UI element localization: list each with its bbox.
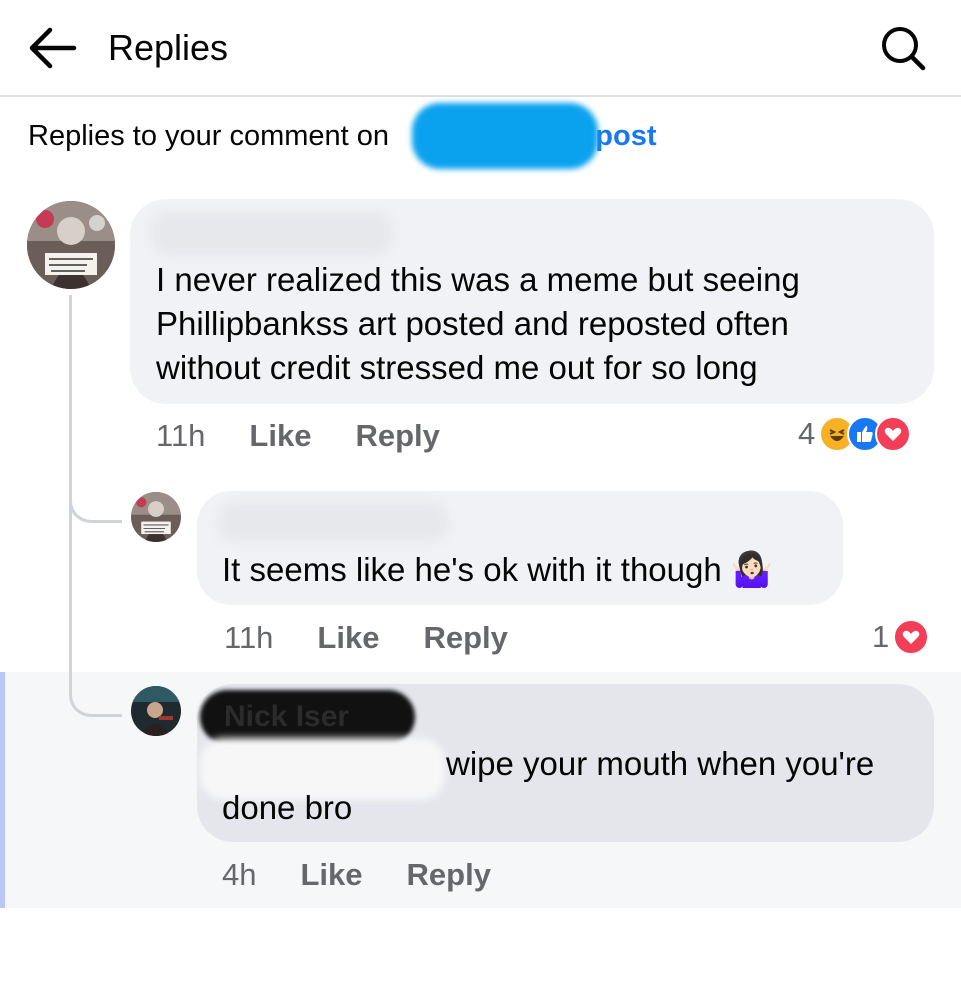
comment-text-line: Phillipbankss art posted and reposted of… bbox=[156, 305, 789, 342]
shrug-emoji: 🤷🏻‍♀️ bbox=[730, 551, 774, 589]
comment-text-line: done bro bbox=[222, 789, 353, 826]
reply-button[interactable]: Reply bbox=[423, 620, 507, 656]
like-button[interactable]: Like bbox=[249, 418, 311, 454]
comment-text: It seems like he's ok with it though 🤷🏻‍… bbox=[222, 548, 773, 592]
comment-text-line: wipe your mouth when you're bbox=[446, 745, 875, 782]
post-link[interactable]: post bbox=[595, 120, 656, 152]
avatar[interactable] bbox=[131, 492, 181, 542]
avatar-image bbox=[131, 492, 181, 542]
context-prefix: Replies to your comment on bbox=[28, 120, 390, 152]
love-icon bbox=[875, 416, 912, 452]
reaction-count: 1 bbox=[872, 619, 890, 654]
avatar-image bbox=[27, 201, 115, 289]
avatar[interactable] bbox=[27, 201, 115, 289]
timestamp: 11h bbox=[156, 418, 206, 453]
page-title: Replies bbox=[108, 27, 229, 68]
thread-connector bbox=[69, 493, 122, 523]
reactions-summary[interactable]: 4 bbox=[798, 416, 912, 452]
thread-connector bbox=[69, 672, 122, 717]
comment-actions: 11h Like Reply bbox=[224, 620, 508, 656]
comment-text-line: I never realized this was a meme but see… bbox=[156, 261, 800, 298]
comment-text-line: without credit stressed me out for so lo… bbox=[156, 349, 758, 386]
avatar[interactable] bbox=[131, 686, 181, 736]
new-reply-indicator bbox=[0, 672, 5, 908]
redacted-author-name bbox=[152, 212, 392, 256]
reply-button[interactable]: Reply bbox=[407, 857, 491, 893]
comment-actions: 11h Like Reply bbox=[156, 418, 440, 454]
redaction-scribble bbox=[412, 103, 598, 169]
reply-button[interactable]: Reply bbox=[355, 418, 439, 454]
like-button[interactable]: Like bbox=[317, 620, 379, 656]
comment-actions: 4h Like Reply bbox=[222, 857, 491, 893]
top-bar: Replies bbox=[0, 0, 961, 97]
search-icon[interactable] bbox=[880, 25, 926, 71]
redacted-author-name bbox=[218, 502, 448, 542]
timestamp: 4h bbox=[222, 857, 257, 892]
comment-text-content: It seems like he's ok with it though bbox=[222, 551, 722, 588]
like-button[interactable]: Like bbox=[300, 857, 362, 893]
arrow-left-icon[interactable] bbox=[28, 24, 78, 72]
author-name[interactable]: Nick Iser bbox=[224, 700, 349, 734]
love-icon bbox=[893, 619, 930, 655]
reactions-summary[interactable]: 1 bbox=[872, 619, 930, 655]
reaction-count: 4 bbox=[798, 416, 816, 451]
avatar-image bbox=[131, 686, 181, 736]
timestamp: 11h bbox=[224, 620, 274, 655]
